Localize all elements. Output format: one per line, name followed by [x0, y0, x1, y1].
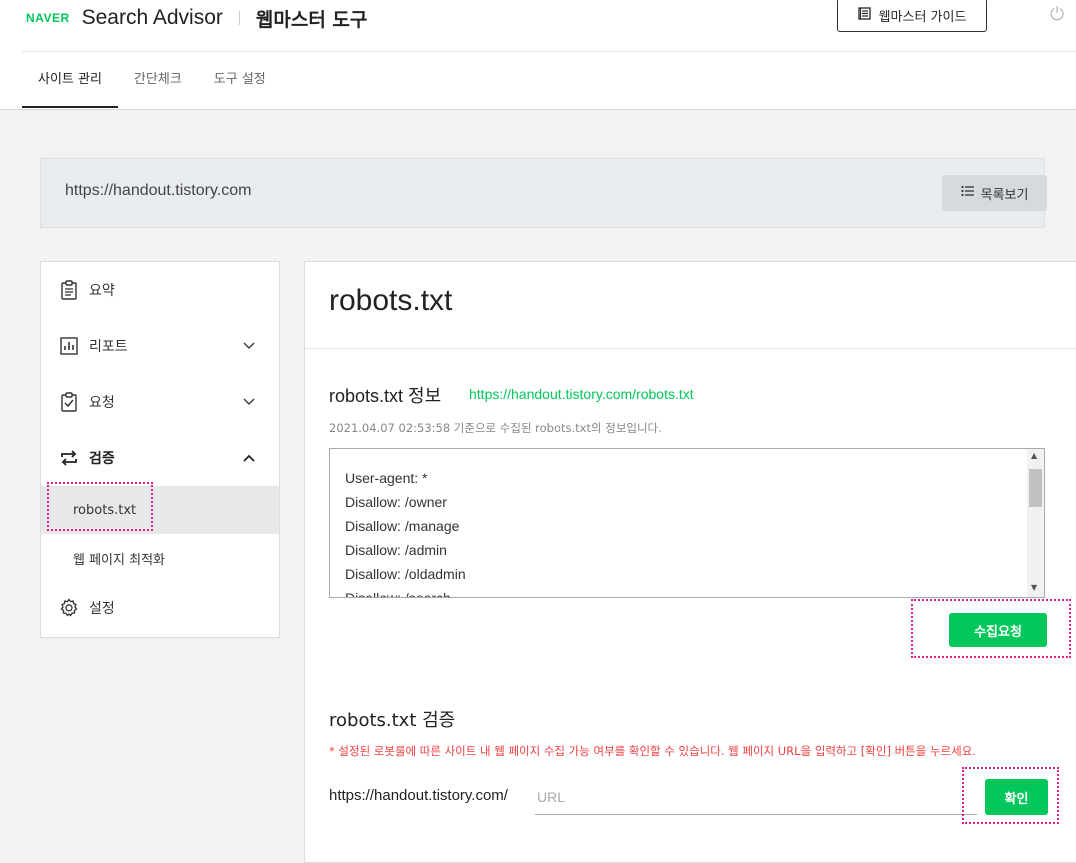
url-input[interactable]	[535, 780, 977, 815]
highlight-robots-txt	[47, 482, 153, 531]
robots-line: User-agent: *	[345, 470, 428, 486]
guide-button-label: 웹마스터 가이드	[878, 9, 967, 25]
robots-txt-link[interactable]: https://handout.tistory.com/robots.txt	[469, 386, 694, 402]
url-prefix: https://handout.tistory.com/	[329, 787, 508, 804]
book-icon	[857, 6, 871, 24]
tab-site-management[interactable]: 사이트 관리	[22, 52, 118, 108]
webmaster-guide-button[interactable]: 웹마스터 가이드	[837, 0, 987, 32]
site-bar: https://handout.tistory.com 목록보기	[40, 158, 1047, 228]
swap-arrows-icon	[59, 448, 79, 468]
gear-icon	[59, 598, 79, 618]
sidebar-item-label: 리포트	[89, 339, 128, 355]
sidebar-item-summary[interactable]: 요약	[41, 262, 279, 318]
main-tabs: 사이트 관리 간단체크 도구 설정	[22, 52, 282, 109]
robots-line: Disallow: /admin	[345, 542, 447, 558]
sidebar-item-verification[interactable]: 검증	[41, 430, 279, 486]
brand-divider	[238, 11, 240, 25]
list-icon	[960, 185, 975, 201]
sidebar-item-settings[interactable]: 설정	[41, 580, 279, 636]
robots-verify-title: robots.txt 검증	[329, 706, 455, 732]
robots-line: Disallow: /oldadmin	[345, 566, 466, 582]
chevron-up-icon[interactable]	[243, 451, 255, 465]
scroll-thumb[interactable]	[1029, 469, 1042, 507]
clipboard-icon	[59, 280, 79, 300]
scroll-up-icon[interactable]: ▲	[1031, 451, 1037, 460]
power-icon[interactable]: ⏻	[1050, 4, 1064, 25]
highlight-confirm	[962, 767, 1059, 824]
main-content: robots.txt robots.txt 정보 https://handout…	[304, 261, 1076, 863]
list-view-label: 목록보기	[980, 187, 1029, 203]
list-view-button[interactable]: 목록보기	[942, 175, 1047, 211]
collected-date-note: 2021.04.07 02:53:58 기준으로 수집된 robots.txt의…	[329, 421, 662, 435]
site-url: https://handout.tistory.com	[65, 182, 252, 199]
robots-content-box[interactable]: User-agent: * Disallow: /owner Disallow:…	[329, 448, 1045, 598]
title-divider	[305, 348, 1076, 349]
tool-name: 웹마스터 도구	[255, 8, 368, 31]
sidebar-item-label: 설정	[89, 601, 115, 617]
sidebar-item-label: 요약	[89, 283, 115, 299]
tab-quick-check[interactable]: 간단체크	[118, 52, 198, 108]
robots-line: Disallow: /search	[345, 590, 451, 598]
clipboard-check-icon	[59, 392, 79, 412]
robots-verify-title-text: robots.txt 검증	[329, 710, 456, 731]
sidebar-item-label: 검증	[89, 451, 115, 467]
chevron-down-icon[interactable]	[243, 395, 255, 409]
robots-info-title-text: robots.txt 정보	[329, 386, 442, 406]
sidebar: 요약 리포트 요청 검증 robots.txt 웹 페이지 최적화 설정	[40, 261, 280, 638]
app-name[interactable]: Search Advisor	[82, 6, 223, 30]
scroll-down-icon[interactable]: ▼	[1031, 583, 1037, 592]
highlight-collect-request	[911, 599, 1071, 658]
sidebar-item-label: 요청	[89, 395, 115, 411]
robots-line: Disallow: /manage	[345, 518, 460, 534]
verify-instruction: * 설정된 로봇룰에 따른 사이트 내 웹 페이지 수집 가능 여부를 확인할 …	[329, 744, 976, 758]
tab-tool-settings[interactable]: 도구 설정	[198, 52, 282, 108]
chevron-down-icon[interactable]	[243, 339, 255, 353]
naver-logo[interactable]: NAVER	[26, 11, 70, 25]
sidebar-subitem-web-page-optimization[interactable]: 웹 페이지 최적화	[41, 534, 279, 582]
top-header: NAVER Search Advisor 웹마스터 도구 웹마스터 가이드 ⏻ …	[0, 0, 1076, 110]
chart-icon	[59, 336, 79, 356]
robots-scrollbar[interactable]: ▲ ▼	[1027, 449, 1044, 597]
brand: NAVER Search Advisor 웹마스터 도구	[26, 4, 367, 32]
sidebar-item-report[interactable]: 리포트	[41, 318, 279, 374]
sidebar-subitem-label: 웹 페이지 최적화	[73, 552, 165, 568]
robots-info-title: robots.txt 정보	[329, 382, 441, 408]
sidebar-item-request[interactable]: 요청	[41, 374, 279, 430]
robots-line: Disallow: /owner	[345, 494, 447, 510]
page-title: robots.txt	[329, 284, 453, 317]
robots-lines: User-agent: * Disallow: /owner Disallow:…	[345, 466, 466, 598]
